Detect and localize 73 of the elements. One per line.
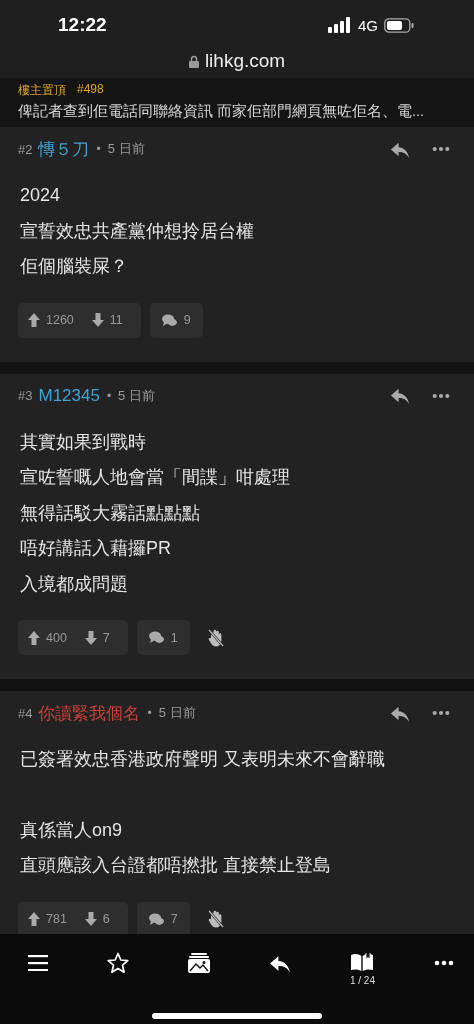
arrow-up-icon [28,912,40,926]
more-button[interactable] [432,146,450,152]
more-icon [433,960,454,966]
comments-button[interactable]: 1 [136,620,190,655]
pinned-text: 俾記者查到佢電話同聯絡資訊 而家佢部門網頁無咗佢名、電... [18,102,426,121]
speech-bubbles-icon [148,631,164,644]
network-label: 4G [358,16,378,34]
post-text: 入境都成問題 [20,572,129,596]
image-icon [187,953,210,973]
clock-time: 12:22 [58,14,107,36]
pinned-label: 樓主置頂 [18,82,66,99]
post-text: 2024 [20,184,62,207]
speech-bubbles-icon [148,912,164,926]
post-text: 唔好講話入藉攞PR [20,537,172,560]
arrow-down-icon [84,630,97,645]
crossed-hand-icon [207,628,224,647]
post-text: 無得話駁大霧話點點點 [20,501,201,525]
more-icon [432,392,450,399]
post-text: 直頭應該入台證都唔撚批 直接禁止登島 [20,854,332,877]
block-button[interactable] [207,910,224,928]
post-text: 已簽署效忠香港政府聲明 又表明未來不會辭職 [20,748,386,771]
more-button[interactable] [432,392,450,399]
separator-dot: • [106,388,112,403]
images-button[interactable] [187,953,210,973]
post-number: #2 [18,141,33,157]
pinned-banner[interactable]: 樓主置頂 #498 俾記者查到佢電話同聯絡資訊 而家佢部門網頁無咗佢名、電... [0,78,474,127]
signal-icon [328,17,352,33]
post-text: 宣咗誓嘅人地會當「間諜」咁處理 [20,466,291,489]
post-number: #3 [18,388,33,403]
block-button[interactable] [207,628,224,647]
more-button[interactable] [432,710,450,716]
author-name[interactable]: 慱５刀 [38,137,90,161]
downvote-button[interactable]: 6 [84,912,118,926]
separator-dot: • [96,142,101,156]
lock-icon [188,54,199,68]
post-time: 5 日前 [118,386,155,405]
page-button[interactable]: 1 / 24 [349,952,375,986]
arrow-up-icon [28,630,40,645]
arrow-up-icon [28,313,40,327]
comments-button[interactable]: 9 [149,302,203,338]
crossed-hand-icon [207,910,224,928]
post-text: 佢個腦裝屎？ [20,255,129,278]
arrow-down-icon [91,313,104,327]
upvote-button[interactable]: 781 [28,912,75,926]
separator-dot: • [147,706,152,720]
menu-icon [28,955,48,971]
reply-button[interactable] [390,386,410,405]
speech-bubbles-icon [161,313,177,327]
comments-button[interactable]: 7 [136,901,190,937]
post-number: #4 [18,705,33,721]
more-icon [432,146,450,152]
reply-icon [390,386,410,405]
book-icon [351,952,374,971]
post-ref: #498 [77,82,104,98]
star-icon [107,952,129,974]
post-text: 其實如果到戰時 [20,430,147,454]
downvote-button[interactable]: 7 [84,630,118,645]
more-button[interactable] [433,960,454,966]
post-time: 5 日前 [107,140,145,158]
favorite-button[interactable] [107,952,129,974]
post-time: 5 日前 [158,704,196,722]
arrow-down-icon [84,912,97,926]
author-name[interactable]: M12345 [38,385,100,406]
author-name[interactable]: 你讀緊我個名 [38,701,141,725]
battery-icon [384,17,414,33]
url-text[interactable]: lihkg.com [204,50,286,72]
post-text: 宣誓效忠共產黨仲想拎居台權 [20,219,255,243]
upvote-button[interactable]: 400 [28,630,75,645]
menu-button[interactable] [28,955,48,971]
post-text: 真係當人on9 [20,818,124,842]
downvote-button[interactable]: 11 [91,313,131,327]
more-icon [432,710,450,716]
upvote-button[interactable]: 1260 [28,313,82,327]
